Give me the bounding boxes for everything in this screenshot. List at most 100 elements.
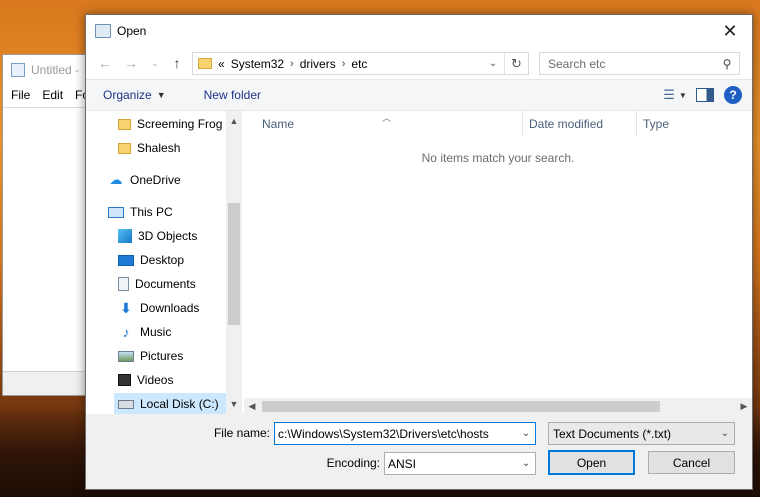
search-input[interactable]: Search etc [540,57,715,71]
new-folder-button[interactable]: New folder [204,88,261,102]
open-dialog: Open ✕ ← → ⌄ ↑ « System32 › drivers › et… [85,14,753,490]
sort-ascending-icon: ︿ [382,113,392,123]
column-header-type[interactable]: Type [636,111,669,137]
breadcrumb-etc[interactable]: etc [351,57,367,71]
file-name-value: c:\Windows\System32\Drivers\etc\hosts [278,426,489,441]
desktop-icon [118,254,134,266]
arrow-right-icon: → [124,55,138,71]
video-icon [118,374,131,386]
navigation-pane: Screeming Frog Shalesh ☁ OneDrive This P… [86,111,242,415]
chevron-down-icon: ⌄ [488,58,498,69]
column-header-date-modified[interactable]: Date modified [522,111,603,137]
nav-item-documents[interactable]: Documents [118,273,196,295]
preview-pane-icon[interactable] [696,88,714,102]
chevron-down-icon[interactable]: ⌄ [517,423,535,444]
nav-item-pictures[interactable]: Pictures [118,345,183,367]
chevron-right-icon[interactable]: › [342,58,346,70]
search-icon: ⚲ [722,56,732,71]
arrow-up-icon: ↑ [173,55,181,71]
nav-item-downloads[interactable]: ⬇ Downloads [118,297,199,319]
notepad-title: Untitled - [31,63,80,77]
computer-icon [108,206,124,218]
disk-icon [118,399,134,409]
navigation-scrollbar[interactable]: ▲ ▼ [226,111,242,414]
view-controls: ☰ ▼ ? [663,84,742,106]
caret-down-icon: ▼ [156,90,166,100]
file-type-select[interactable]: Text Documents (*.txt) ⌄ [548,422,735,445]
chevron-down-icon: ⌄ [521,458,531,469]
nav-item-label: Music [140,325,172,339]
nav-item-screeming-frog[interactable]: Screeming Frog [118,113,222,135]
scroll-up-icon[interactable]: ▲ [226,113,242,129]
nav-item-label: This PC [130,205,173,219]
help-icon[interactable]: ? [724,86,742,104]
encoding-select[interactable]: ANSI ⌄ [384,452,536,475]
scroll-left-icon[interactable]: ◀ [244,398,260,414]
breadcrumb-system32[interactable]: System32 [231,57,284,71]
nav-item-music[interactable]: ♪ Music [118,321,172,343]
address-bar[interactable]: « System32 › drivers › etc ⌄ ↻ [192,52,529,75]
folder-icon [198,58,212,69]
file-name-input[interactable]: c:\Windows\System32\Drivers\etc\hosts ⌄ [274,422,536,445]
column-header-name[interactable]: Name [262,111,294,137]
breadcrumb-overflow[interactable]: « [218,57,225,71]
nav-item-label: Downloads [140,301,200,315]
nav-item-label: Videos [137,373,174,387]
nav-item-shalesh[interactable]: Shalesh [118,137,180,159]
horizontal-scrollbar[interactable]: ◀ ▶ [244,398,752,414]
scroll-right-icon[interactable]: ▶ [736,398,752,414]
pictures-icon [118,350,134,362]
navigation-bar: ← → ⌄ ↑ « System32 › drivers › etc ⌄ ↻ S… [86,47,752,79]
scrollbar-thumb[interactable] [228,203,240,325]
forward-button[interactable]: → [120,52,142,74]
scrollbar-thumb[interactable] [262,401,660,412]
file-type-value: Text Documents (*.txt) [553,426,672,441]
nav-item-label: 3D Objects [138,229,198,243]
address-dropdown-button[interactable]: ⌄ [486,53,500,74]
folder-icon [118,142,131,154]
chevron-down-icon: ⌄ [151,57,159,68]
notepad-icon [95,24,111,38]
command-bar: Organize ▼ New folder ☰ ▼ ? [86,79,752,111]
open-button[interactable]: Open [548,450,635,475]
download-icon: ⬇ [120,299,132,316]
details-view-icon: ☰ [663,87,675,102]
nav-item-desktop[interactable]: Desktop [118,249,184,271]
scroll-down-icon[interactable]: ▼ [226,396,242,412]
recent-locations-button[interactable]: ⌄ [144,52,166,74]
cube-icon [118,229,132,243]
change-view-button[interactable]: ☰ ▼ [663,84,687,106]
document-icon [118,277,129,291]
nav-item-3d-objects[interactable]: 3D Objects [118,225,197,247]
nav-item-this-pc[interactable]: This PC [108,201,173,223]
nav-item-onedrive[interactable]: ☁ OneDrive [108,169,181,191]
menu-file[interactable]: File [11,88,30,102]
dialog-body: Screeming Frog Shalesh ☁ OneDrive This P… [86,111,752,415]
close-button[interactable]: ✕ [708,15,752,47]
file-list: ︿ Name Date modified Type No items match… [244,111,752,414]
dialog-footer: File name: c:\Windows\System32\Drivers\e… [86,414,752,489]
refresh-button[interactable]: ↻ [504,53,528,74]
notepad-icon [11,63,25,77]
organize-button[interactable]: Organize ▼ [103,88,166,102]
nav-item-label: Documents [135,277,196,291]
up-button[interactable]: ↑ [166,52,188,74]
nav-item-label: Screeming Frog [137,117,223,131]
empty-message: No items match your search. [421,151,575,165]
nav-item-label: Desktop [140,253,185,267]
chevron-right-icon[interactable]: › [290,58,294,70]
folder-icon [118,118,131,130]
menu-edit[interactable]: Edit [42,88,63,102]
organize-label: Organize [103,88,152,102]
search-box[interactable]: Search etc ⚲ [539,52,740,75]
nav-item-label: Shalesh [137,141,181,155]
breadcrumb-drivers[interactable]: drivers [300,57,336,71]
back-button[interactable]: ← [94,52,116,74]
close-icon: ✕ [722,20,738,41]
encoding-label: Encoding: [326,456,380,470]
nav-item-label: OneDrive [130,173,181,187]
caret-down-icon: ▼ [678,90,687,100]
nav-item-local-disk[interactable]: Local Disk (C:) [114,393,226,415]
nav-item-videos[interactable]: Videos [118,369,173,391]
cancel-button[interactable]: Cancel [648,451,735,474]
